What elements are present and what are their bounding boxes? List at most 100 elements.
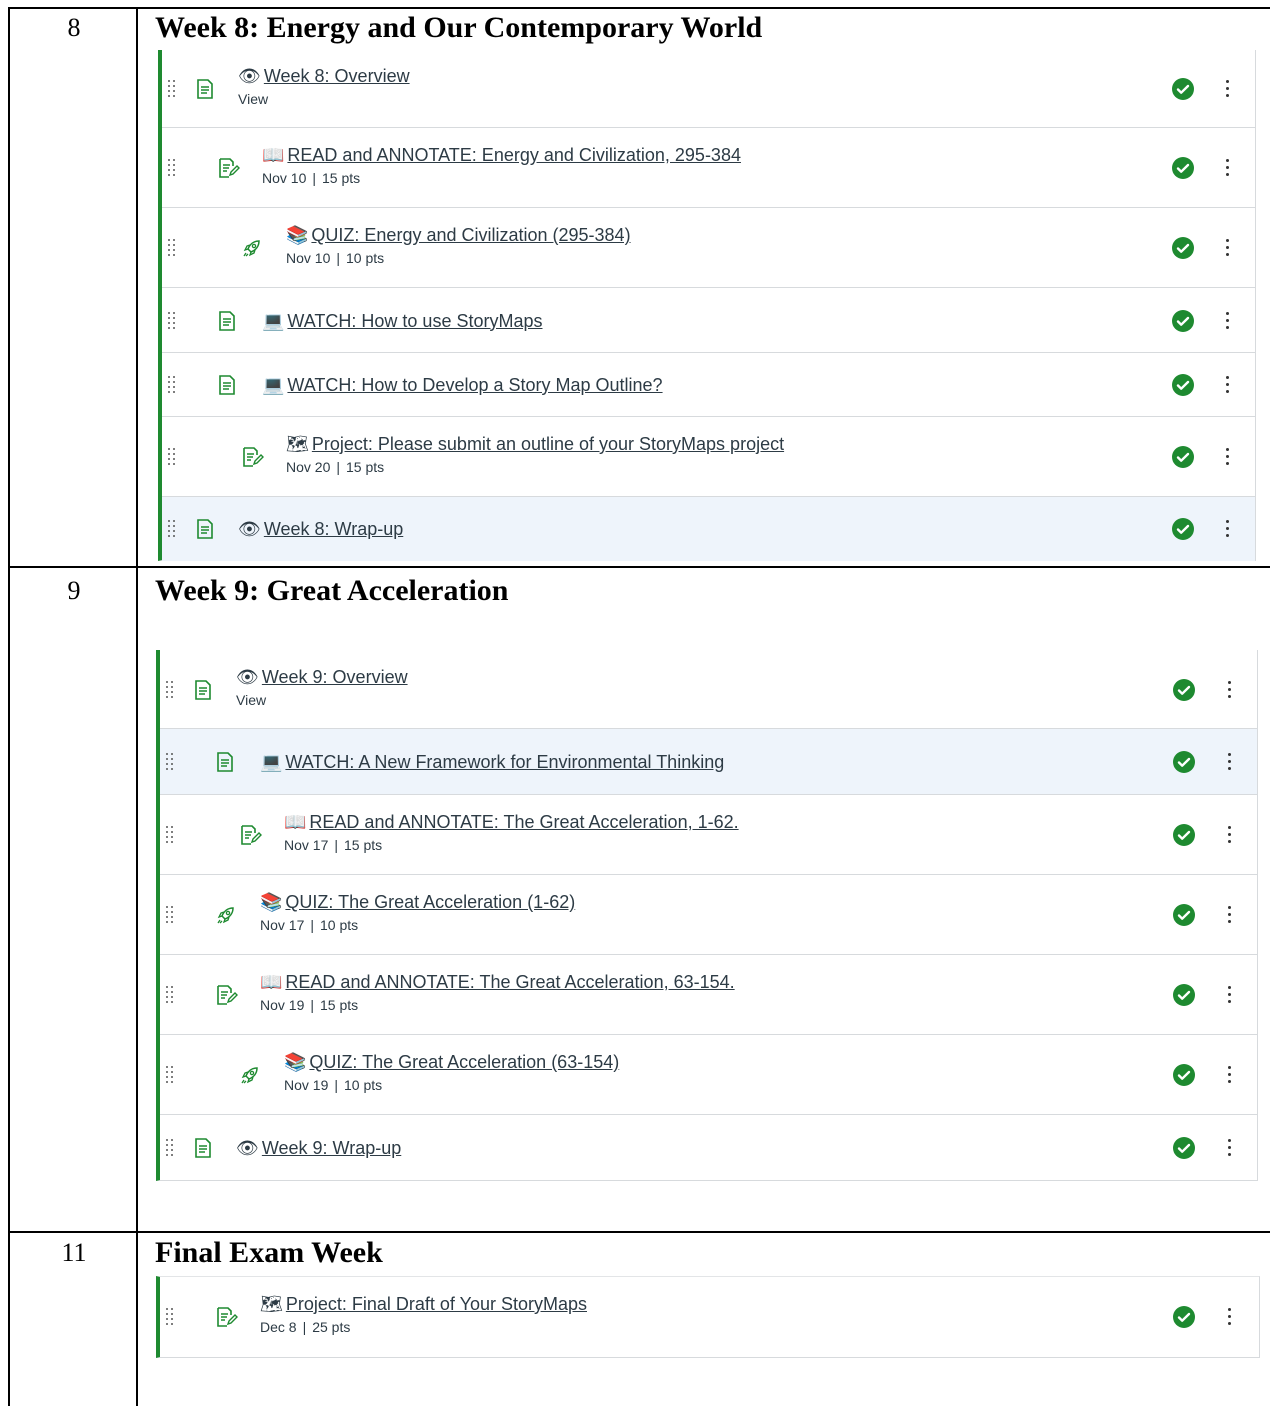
published-check-icon[interactable]: [1173, 824, 1195, 846]
published-check-icon[interactable]: [1173, 984, 1195, 1006]
item-title-link[interactable]: 📚 QUIZ: The Great Acceleration (63-154): [284, 1052, 619, 1072]
drag-handle-icon[interactable]: [168, 376, 180, 394]
module-item[interactable]: 📖 READ and ANNOTATE: The Great Accelerati…: [160, 795, 1257, 875]
item-emoji: 🗺: [260, 1294, 283, 1314]
item-title-link[interactable]: 💻 WATCH: How to use StoryMaps: [262, 311, 542, 331]
published-check-icon[interactable]: [1173, 904, 1195, 926]
module-item[interactable]: 👁 Week 9: Overview View: [160, 650, 1257, 729]
more-options-icon[interactable]: [1226, 239, 1230, 257]
published-check-icon[interactable]: [1173, 678, 1195, 701]
drag-handle-icon[interactable]: [168, 159, 180, 177]
item-due-date: Nov 17: [284, 837, 329, 853]
item-title-link[interactable]: 📖 READ and ANNOTATE: Energy and Civilizat…: [262, 145, 741, 165]
drag-handle-icon[interactable]: [166, 753, 178, 771]
item-title-link[interactable]: 📚 QUIZ: Energy and Civilization (295-384): [286, 225, 631, 245]
more-options-icon[interactable]: [1228, 1066, 1232, 1084]
more-options-icon[interactable]: [1228, 986, 1232, 1004]
item-title-link[interactable]: 📖 READ and ANNOTATE: The Great Accelerati…: [260, 972, 735, 992]
drag-handle-icon[interactable]: [168, 80, 180, 98]
module-item[interactable]: 🗺 Project: Final Draft of Your StoryMaps D…: [160, 1277, 1259, 1357]
published-check-icon[interactable]: [1173, 1064, 1195, 1086]
published-check-icon[interactable]: [1173, 1306, 1195, 1328]
item-title-link[interactable]: 👁 Week 8: Wrap-up: [238, 519, 403, 539]
item-title-link[interactable]: 💻 WATCH: How to Develop a Story Map Outli…: [262, 375, 663, 395]
module-item[interactable]: 📚 QUIZ: The Great Acceleration (63-154) No…: [160, 1035, 1257, 1115]
item-title-link[interactable]: 💻 WATCH: A New Framework for Environmenta…: [260, 752, 724, 772]
module-item[interactable]: 📖 READ and ANNOTATE: Energy and Civilizat…: [162, 128, 1255, 208]
module-item[interactable]: 💻 WATCH: How to Develop a Story Map Outli…: [162, 353, 1255, 417]
drag-handle-icon[interactable]: [168, 311, 180, 330]
more-options-icon[interactable]: [1226, 159, 1230, 177]
drag-handle-icon[interactable]: [166, 986, 178, 1004]
drag-handle-icon[interactable]: [166, 906, 178, 924]
item-title-link[interactable]: 👁 Week 9: Wrap-up: [236, 1138, 401, 1158]
item-meta: Nov 17 | 15 pts: [284, 835, 739, 855]
module-item[interactable]: 💻 WATCH: A New Framework for Environmenta…: [160, 729, 1257, 795]
item-points: 10 pts: [320, 917, 359, 933]
week-number: 9: [67, 576, 81, 605]
published-check-icon[interactable]: [1172, 78, 1194, 100]
assignment-icon: [216, 1307, 238, 1329]
more-options-icon[interactable]: [1226, 80, 1230, 98]
drag-handle-icon[interactable]: [166, 1066, 178, 1084]
drag-handle-icon[interactable]: [166, 826, 178, 844]
more-options-icon[interactable]: [1226, 311, 1230, 330]
module-item[interactable]: 📚 QUIZ: The Great Acceleration (1-62) Nov …: [160, 875, 1257, 955]
published-check-icon[interactable]: [1172, 518, 1194, 540]
module-item[interactable]: 👁 Week 8: Overview View: [162, 50, 1255, 128]
more-options-icon[interactable]: [1228, 1308, 1232, 1326]
drag-handle-icon[interactable]: [168, 239, 180, 257]
item-title-link[interactable]: 👁 Week 9: Overview: [236, 667, 408, 687]
published-check-icon[interactable]: [1172, 309, 1194, 332]
more-options-icon[interactable]: [1228, 826, 1232, 844]
drag-handle-icon[interactable]: [168, 448, 180, 466]
more-options-icon[interactable]: [1228, 753, 1232, 771]
published-check-icon[interactable]: [1172, 446, 1194, 468]
item-title-text: Week 8: Wrap-up: [263, 519, 404, 539]
item-title-text: QUIZ: The Great Acceleration (1-62): [285, 892, 576, 912]
module-item[interactable]: 📚 QUIZ: Energy and Civilization (295-384)…: [162, 208, 1255, 288]
item-emoji: 📖: [284, 812, 307, 832]
more-options-icon[interactable]: [1226, 448, 1230, 466]
item-title-link[interactable]: 🗺 Project: Please submit an outline of yo…: [286, 434, 784, 454]
more-options-icon[interactable]: [1226, 376, 1230, 394]
item-title-link[interactable]: 📚 QUIZ: The Great Acceleration (1-62): [260, 892, 575, 912]
module-item[interactable]: 🗺 Project: Please submit an outline of yo…: [162, 417, 1255, 497]
item-points: 15 pts: [322, 170, 361, 186]
module-item[interactable]: 📖 READ and ANNOTATE: The Great Accelerati…: [160, 955, 1257, 1035]
more-options-icon[interactable]: [1226, 520, 1230, 538]
table-border-left: [8, 7, 10, 1406]
assignment-icon: [218, 158, 240, 180]
more-options-icon[interactable]: [1228, 1139, 1232, 1157]
drag-handle-icon[interactable]: [166, 680, 178, 699]
drag-handle-icon[interactable]: [166, 1308, 178, 1326]
more-options-icon[interactable]: [1228, 906, 1232, 924]
module-item[interactable]: 👁 Week 9: Wrap-up: [160, 1115, 1257, 1181]
published-check-icon[interactable]: [1172, 237, 1194, 259]
item-title-text: Week 9: Overview: [261, 666, 408, 687]
item-meta: Nov 10 | 15 pts: [262, 168, 741, 188]
module-item[interactable]: 👁 Week 8: Wrap-up: [162, 497, 1255, 561]
item-meta: Dec 8 | 25 pts: [260, 1317, 587, 1337]
module-item[interactable]: 💻 WATCH: How to use StoryMaps: [162, 288, 1255, 353]
item-due-date: Dec 8: [260, 1319, 297, 1335]
item-points: 25 pts: [312, 1319, 351, 1335]
item-title-link[interactable]: 👁 Week 8: Overview: [238, 66, 410, 86]
published-check-icon[interactable]: [1172, 374, 1194, 396]
item-content: 🗺 Project: Final Draft of Your StoryMaps D…: [260, 1293, 587, 1337]
drag-handle-icon[interactable]: [168, 520, 180, 538]
more-options-icon[interactable]: [1228, 680, 1232, 699]
item-due-date: Nov 10: [286, 250, 331, 266]
published-check-icon[interactable]: [1172, 157, 1194, 179]
page-icon: [196, 519, 218, 541]
item-emoji: 👁: [236, 666, 259, 687]
item-title-link[interactable]: 🗺 Project: Final Draft of Your StoryMaps: [260, 1294, 587, 1314]
item-title-link[interactable]: 📖 READ and ANNOTATE: The Great Accelerati…: [284, 812, 739, 832]
published-check-icon[interactable]: [1173, 1137, 1195, 1159]
item-content: 👁 Week 9: Wrap-up: [236, 1137, 401, 1159]
drag-handle-icon[interactable]: [166, 1139, 178, 1157]
item-content: 📚 QUIZ: The Great Acceleration (63-154) No…: [284, 1051, 619, 1095]
item-title-text: READ and ANNOTATE: The Great Acceleratio…: [309, 812, 739, 832]
item-content: 👁 Week 8: Overview View: [238, 65, 410, 109]
published-check-icon[interactable]: [1173, 751, 1195, 773]
